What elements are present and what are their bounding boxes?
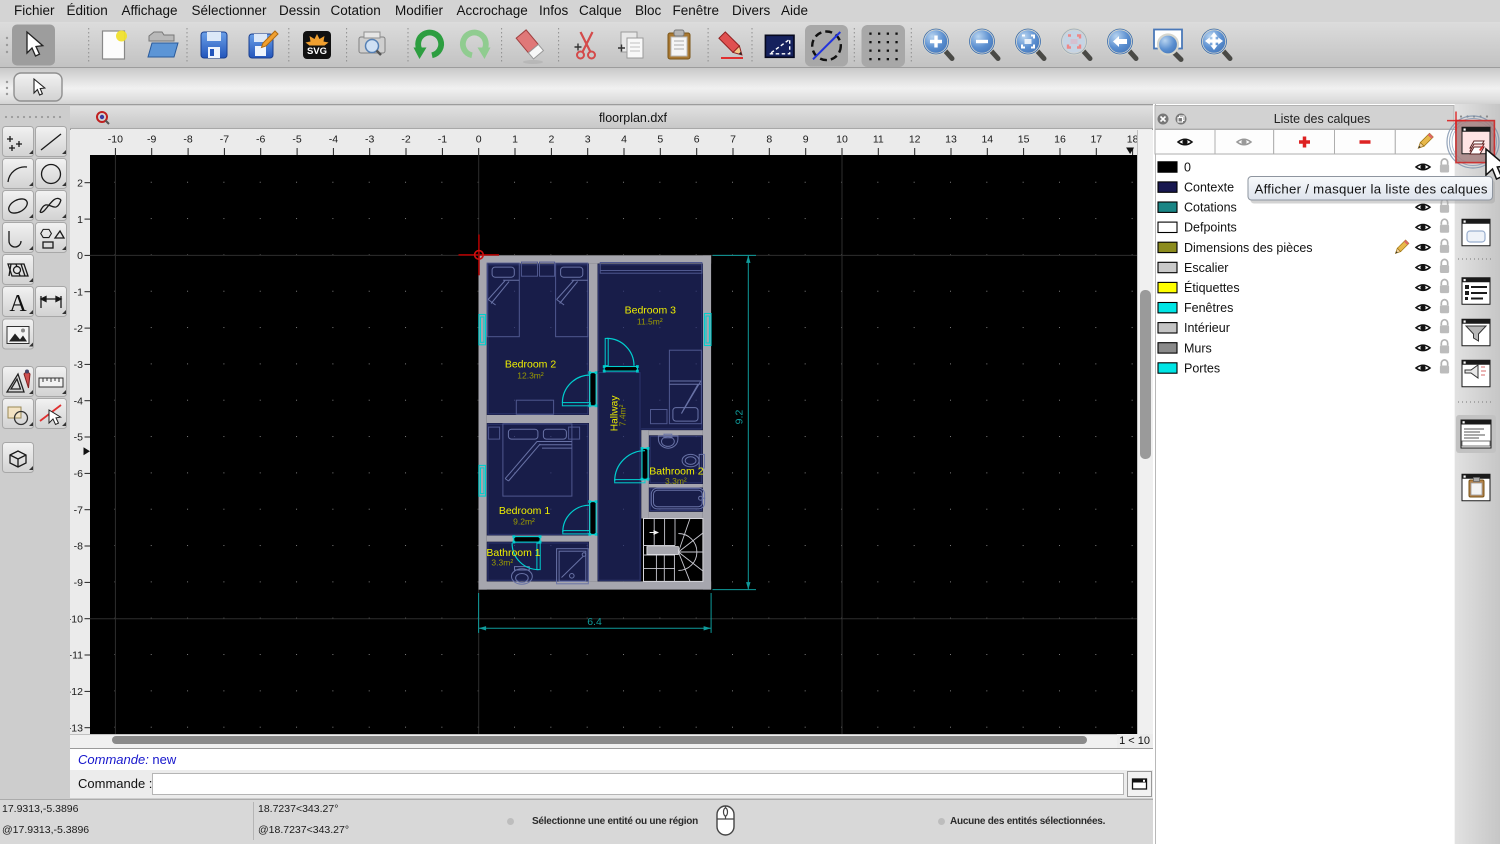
svg-text:1: 1 bbox=[77, 214, 83, 226]
svg-text:6: 6 bbox=[694, 134, 700, 146]
svg-text:7.4m²: 7.4m² bbox=[618, 404, 628, 426]
svg-text:17: 17 bbox=[1090, 134, 1102, 146]
svg-text:-9: -9 bbox=[147, 134, 156, 146]
svg-text:9.2: 9.2 bbox=[734, 410, 746, 425]
svg-text:3.3m²: 3.3m² bbox=[491, 558, 513, 568]
svg-text:16: 16 bbox=[1054, 134, 1066, 146]
svg-text:Cotations: Cotations bbox=[1184, 201, 1237, 215]
svg-text:-5: -5 bbox=[74, 432, 83, 444]
svg-text:5: 5 bbox=[657, 134, 663, 146]
svg-text:-10: -10 bbox=[70, 613, 83, 625]
svg-text:11: 11 bbox=[873, 134, 884, 146]
svg-text:10: 10 bbox=[836, 134, 848, 146]
svg-text:-11: -11 bbox=[70, 650, 83, 662]
svg-text:-10: -10 bbox=[108, 134, 123, 146]
svg-text:Étiquettes: Étiquettes bbox=[1184, 280, 1240, 295]
svg-text:11.5m²: 11.5m² bbox=[637, 317, 663, 327]
svg-text:-5: -5 bbox=[292, 134, 301, 146]
svg-text:Intérieur: Intérieur bbox=[1184, 321, 1230, 335]
svg-text:-9: -9 bbox=[74, 577, 83, 589]
svg-text:3: 3 bbox=[585, 134, 591, 146]
svg-text:-7: -7 bbox=[220, 134, 229, 146]
svg-text:Dimensions des pièces: Dimensions des pièces bbox=[1184, 241, 1313, 255]
svg-text:Escalier: Escalier bbox=[1184, 261, 1228, 275]
svg-text:Contexte: Contexte bbox=[1184, 181, 1234, 195]
svg-text:-3: -3 bbox=[365, 134, 374, 146]
svg-text:-13: -13 bbox=[70, 722, 83, 734]
svg-text:-8: -8 bbox=[74, 541, 83, 553]
svg-text:-1: -1 bbox=[74, 286, 83, 298]
svg-text:-3: -3 bbox=[74, 359, 83, 371]
svg-text:1: 1 bbox=[512, 134, 518, 146]
svg-text:Liste des calques: Liste des calques bbox=[1274, 112, 1371, 126]
svg-text:-7: -7 bbox=[74, 504, 83, 516]
svg-text:0: 0 bbox=[77, 250, 83, 262]
svg-text:0: 0 bbox=[476, 134, 482, 146]
svg-text:Defpoints: Defpoints bbox=[1184, 221, 1237, 235]
svg-text:Bedroom 2: Bedroom 2 bbox=[505, 359, 557, 371]
svg-text:Bedroom 3: Bedroom 3 bbox=[625, 305, 677, 317]
svg-text:2: 2 bbox=[77, 177, 83, 189]
svg-text:-6: -6 bbox=[74, 468, 83, 480]
svg-text:9: 9 bbox=[803, 134, 809, 146]
svg-text:Murs: Murs bbox=[1184, 341, 1212, 355]
svg-text:3.3m²: 3.3m² bbox=[665, 476, 687, 486]
svg-text:6.4: 6.4 bbox=[587, 616, 602, 628]
svg-text:14: 14 bbox=[981, 134, 993, 146]
svg-text:A: A bbox=[9, 291, 27, 317]
svg-text:12.3m²: 12.3m² bbox=[517, 371, 544, 381]
svg-text:Fenêtres: Fenêtres bbox=[1184, 301, 1233, 315]
svg-text:15: 15 bbox=[1018, 134, 1030, 146]
svg-text:SVG: SVG bbox=[307, 46, 327, 57]
svg-text:-1: -1 bbox=[438, 134, 447, 146]
svg-text:12: 12 bbox=[909, 134, 921, 146]
svg-text:-4: -4 bbox=[329, 134, 338, 146]
svg-text:-12: -12 bbox=[70, 686, 83, 698]
svg-text:8: 8 bbox=[766, 134, 772, 146]
svg-text:-2: -2 bbox=[401, 134, 410, 146]
svg-text:13: 13 bbox=[945, 134, 957, 146]
svg-text:9.2m²: 9.2m² bbox=[513, 517, 535, 527]
svg-text:7: 7 bbox=[730, 134, 736, 146]
svg-text:-2: -2 bbox=[74, 323, 83, 335]
svg-text:18: 18 bbox=[1127, 134, 1138, 146]
svg-text:4: 4 bbox=[621, 134, 627, 146]
svg-text:Bedroom 1: Bedroom 1 bbox=[499, 505, 551, 517]
svg-text:2: 2 bbox=[548, 134, 554, 146]
svg-text:-8: -8 bbox=[183, 134, 192, 146]
svg-text:0: 0 bbox=[1184, 160, 1191, 174]
svg-text:Afficher / masquer la liste de: Afficher / masquer la liste des calques bbox=[1255, 182, 1488, 197]
svg-text:-4: -4 bbox=[74, 395, 83, 407]
svg-text:Portes: Portes bbox=[1184, 361, 1220, 375]
svg-text:-6: -6 bbox=[256, 134, 265, 146]
